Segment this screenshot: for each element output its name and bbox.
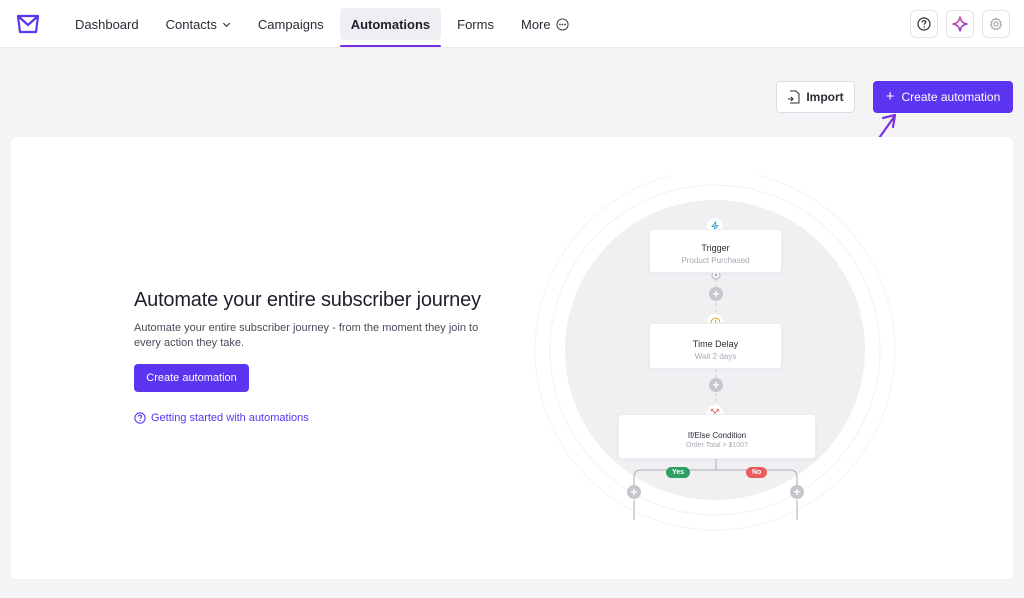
main-nav: Dashboard Contacts Campaigns Automations… xyxy=(64,0,585,48)
create-automation-button[interactable]: Create automation xyxy=(134,364,249,392)
nav-automations-label: Automations xyxy=(350,16,431,32)
import-button[interactable]: Import xyxy=(776,81,855,113)
import-file-icon xyxy=(788,90,800,104)
create-automation-main-label: Create automation xyxy=(146,372,237,384)
help-button[interactable] xyxy=(910,10,938,38)
delay-subtitle: Wait 2 days xyxy=(694,352,737,361)
workflow-trigger-node: Trigger Product Purchased xyxy=(649,229,782,273)
nav-automations[interactable]: Automations xyxy=(339,8,442,47)
nav-campaigns-label: Campaigns xyxy=(257,16,324,32)
workflow-condition-node: If/Else Condition Order Total > $100? xyxy=(618,414,816,459)
getting-started-label: Getting started with automations xyxy=(151,412,309,424)
condition-subtitle: Order Total > $100? xyxy=(686,442,748,449)
import-label: Import xyxy=(806,90,844,104)
plus-icon: + xyxy=(885,88,895,105)
page-description: Automate your entire subscriber journey … xyxy=(134,322,479,349)
delay-title: Time Delay xyxy=(692,339,739,349)
yes-branch-badge: Yes xyxy=(666,467,691,478)
getting-started-link[interactable]: Getting started with automations xyxy=(134,412,534,424)
ai-assistant-button[interactable] xyxy=(946,10,974,38)
nav-contacts[interactable]: Contacts xyxy=(155,8,242,40)
sparkle-icon xyxy=(952,16,968,32)
help-icon xyxy=(917,17,931,31)
workflow-delay-node: Time Delay Wait 2 days xyxy=(649,323,782,369)
nav-campaigns[interactable]: Campaigns xyxy=(247,8,335,40)
help-icon xyxy=(134,412,146,424)
settings-button[interactable] xyxy=(982,10,1010,38)
nav-more[interactable]: More xyxy=(510,8,580,40)
add-step-icon: + xyxy=(790,485,804,499)
nav-dashboard-label: Dashboard xyxy=(75,16,139,32)
nav-contacts-label: Contacts xyxy=(165,16,217,32)
add-step-icon: + xyxy=(627,485,641,499)
chevron-down-icon xyxy=(222,22,230,27)
gear-icon xyxy=(989,17,1003,31)
mail-logo-icon[interactable] xyxy=(16,13,40,35)
create-automation-label: Create automation xyxy=(901,90,1001,104)
trigger-subtitle: Product Purchased xyxy=(681,256,750,265)
page-title: Automate your entire subscriber journey xyxy=(134,289,481,311)
top-navigation-bar: Dashboard Contacts Campaigns Automations… xyxy=(0,0,1024,48)
add-step-icon: + xyxy=(709,287,723,301)
condition-title: If/Else Condition xyxy=(687,431,747,440)
nav-forms[interactable]: Forms xyxy=(446,8,505,40)
nav-more-label: More xyxy=(520,16,551,32)
nav-dashboard[interactable]: Dashboard xyxy=(64,8,150,40)
create-automation-button-top[interactable]: + Create automation xyxy=(873,81,1013,113)
trigger-title: Trigger xyxy=(701,243,730,253)
more-circle-icon xyxy=(556,17,569,31)
add-step-icon: + xyxy=(709,378,723,392)
nav-forms-label: Forms xyxy=(457,16,494,32)
top-right-icons xyxy=(910,10,1010,38)
empty-state-hero: Automate your entire subscriber journey … xyxy=(134,289,534,424)
no-branch-badge: No xyxy=(746,467,768,478)
